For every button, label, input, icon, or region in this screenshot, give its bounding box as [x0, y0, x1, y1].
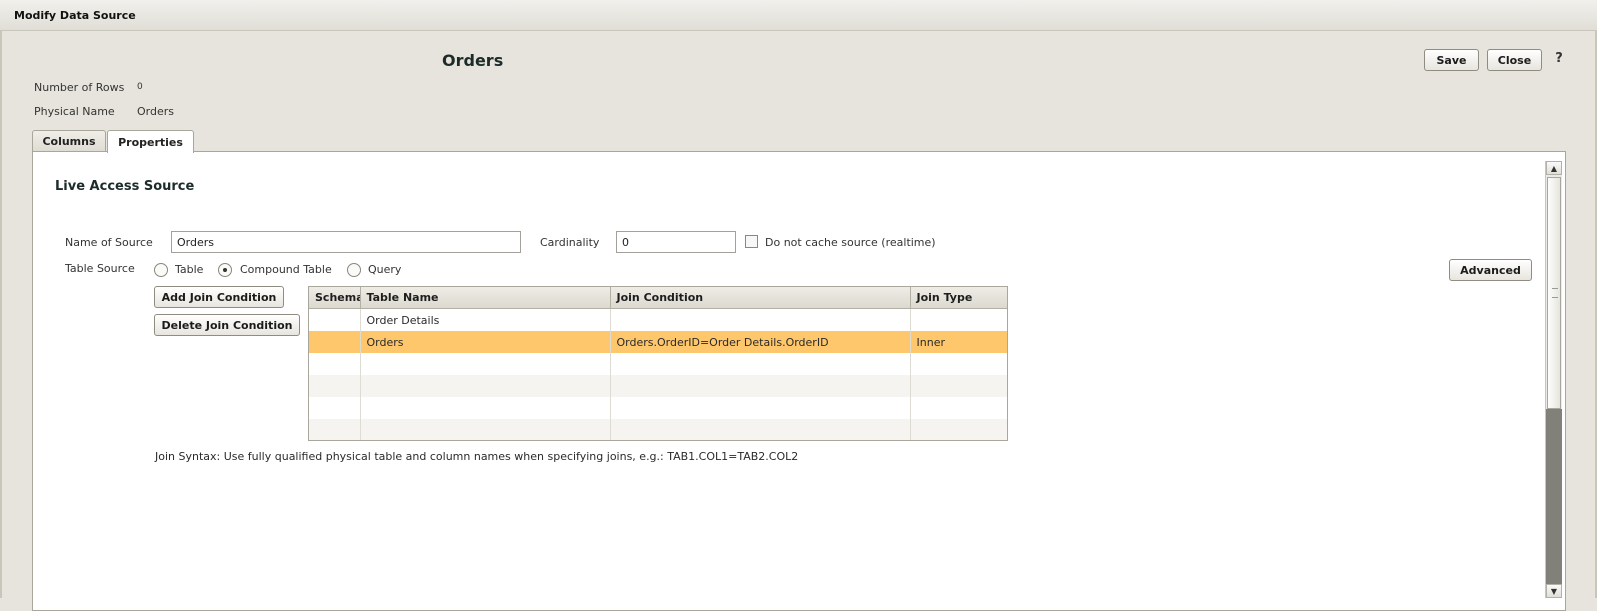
no-cache-checkbox[interactable] — [745, 235, 758, 248]
section-title: Live Access Source — [55, 179, 195, 194]
table-row[interactable] — [309, 375, 1007, 397]
column-header-join-condition[interactable]: Join Condition — [610, 287, 911, 309]
table-row[interactable] — [309, 397, 1007, 419]
cell-schema — [309, 353, 361, 375]
table-row[interactable]: Orders Orders.OrderID=Order Details.Orde… — [309, 331, 1007, 353]
cell-join-condition — [610, 397, 911, 419]
rows-value: 0 — [137, 82, 143, 92]
table-row[interactable] — [309, 353, 1007, 375]
save-button[interactable]: Save — [1424, 49, 1479, 71]
join-grid: Schema Table Name Join Condition Join Ty… — [308, 286, 1008, 441]
cardinality-label: Cardinality — [540, 236, 600, 249]
join-syntax-note: Join Syntax: Use fully qualified physica… — [155, 450, 799, 463]
tab-columns[interactable]: Columns — [32, 130, 106, 152]
column-header-table-name[interactable]: Table Name — [360, 287, 611, 309]
cell-join-type — [910, 375, 1007, 397]
window-left-edge — [0, 0, 2, 598]
cardinality-input[interactable]: 0 — [616, 231, 736, 253]
physical-name-label: Physical Name — [34, 105, 115, 118]
scrollbar-thumb[interactable] — [1547, 177, 1561, 409]
table-row[interactable]: Order Details — [309, 308, 1007, 331]
cell-join-condition — [610, 375, 911, 397]
column-header-schema[interactable]: Schema — [309, 287, 361, 309]
scrollbar-grip-icon — [1552, 288, 1558, 298]
table-row[interactable] — [309, 419, 1007, 440]
cell-table-name — [360, 353, 611, 375]
cell-table-name: Orders — [360, 331, 611, 353]
table-source-label: Table Source — [65, 262, 135, 275]
cell-schema — [309, 308, 361, 331]
cell-schema — [309, 331, 361, 353]
rows-label: Number of Rows — [34, 81, 125, 94]
cell-join-condition — [610, 353, 911, 375]
cell-table-name: Order Details — [360, 308, 611, 331]
physical-name-value: Orders — [137, 105, 174, 118]
name-of-source-label: Name of Source — [65, 236, 153, 249]
radio-table-label: Table — [175, 263, 204, 276]
grid-header-row: Schema Table Name Join Condition Join Ty… — [309, 287, 1007, 309]
vertical-scrollbar[interactable]: ▲ ▼ — [1545, 161, 1562, 598]
cell-join-type: Inner — [910, 331, 1007, 353]
cell-join-condition — [610, 419, 911, 440]
cell-table-name — [360, 397, 611, 419]
scroll-down-arrow-icon[interactable]: ▼ — [1546, 584, 1562, 598]
cell-join-condition — [610, 308, 911, 331]
cell-schema — [309, 419, 361, 440]
cell-join-condition: Orders.OrderID=Order Details.OrderID — [610, 331, 911, 353]
scrollbar-track[interactable] — [1546, 409, 1562, 589]
help-icon[interactable]: ? — [1551, 51, 1567, 67]
scroll-up-arrow-icon[interactable]: ▲ — [1546, 161, 1562, 175]
page-title: Orders — [442, 51, 504, 70]
cell-join-type — [910, 308, 1007, 331]
cell-schema — [309, 397, 361, 419]
name-of-source-input[interactable]: Orders — [171, 231, 521, 253]
cell-join-type — [910, 419, 1007, 440]
cell-table-name — [360, 419, 611, 440]
cell-schema — [309, 375, 361, 397]
window-titlebar: Modify Data Source — [0, 0, 1597, 31]
advanced-button[interactable]: Advanced — [1449, 259, 1532, 281]
cell-join-type — [910, 353, 1007, 375]
delete-join-condition-button[interactable]: Delete Join Condition — [154, 314, 300, 336]
radio-query-label: Query — [368, 263, 402, 276]
radio-compound-table-label: Compound Table — [240, 263, 332, 276]
window-title: Modify Data Source — [14, 9, 136, 22]
column-header-join-type[interactable]: Join Type — [910, 287, 1007, 309]
no-cache-label: Do not cache source (realtime) — [765, 236, 936, 249]
radio-table[interactable] — [154, 263, 168, 277]
radio-compound-table[interactable] — [218, 263, 232, 277]
close-button[interactable]: Close — [1487, 49, 1542, 71]
add-join-condition-button[interactable]: Add Join Condition — [154, 286, 284, 308]
tab-properties[interactable]: Properties — [107, 130, 194, 153]
cell-table-name — [360, 375, 611, 397]
cell-join-type — [910, 397, 1007, 419]
radio-query[interactable] — [347, 263, 361, 277]
